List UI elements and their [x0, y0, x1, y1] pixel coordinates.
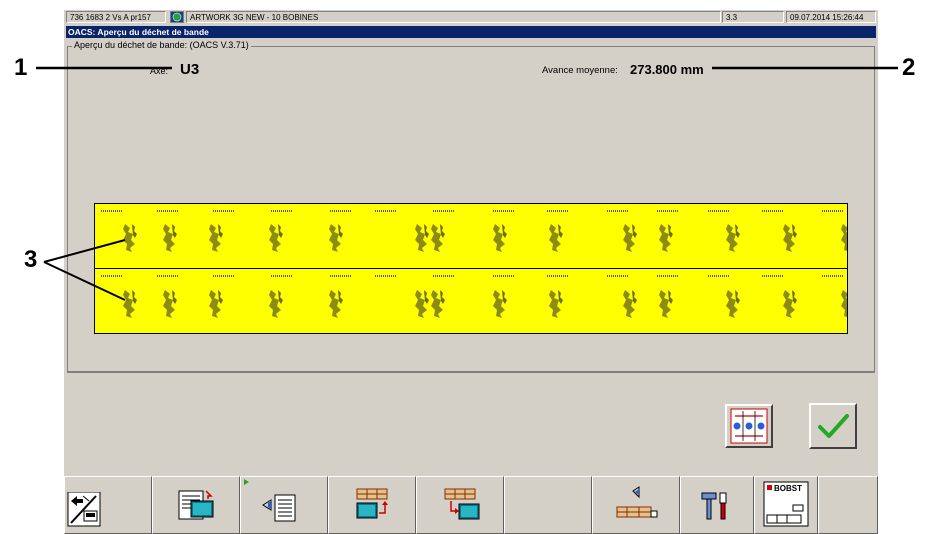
- callout-lines: [36, 66, 898, 301]
- callout-3: 3: [24, 246, 38, 273]
- callout-2: 2: [902, 54, 916, 81]
- callout-1: 1: [14, 54, 28, 81]
